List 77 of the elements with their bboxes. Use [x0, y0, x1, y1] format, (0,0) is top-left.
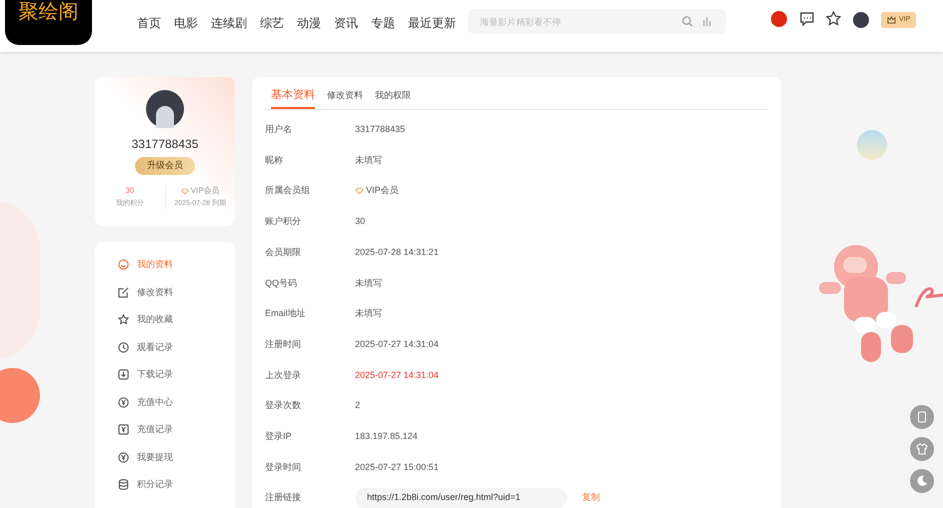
- download-icon: [118, 369, 129, 380]
- theme-button[interactable]: [910, 437, 934, 461]
- sidebar-item[interactable]: 我的收藏: [118, 311, 173, 328]
- field-label: 上次登录: [265, 368, 302, 382]
- field-label: Email地址: [265, 307, 307, 320]
- points-value: 30: [125, 185, 134, 197]
- moon-icon: [916, 475, 928, 487]
- avatar-icon: [146, 90, 184, 128]
- nav-link[interactable]: 综艺: [260, 14, 284, 32]
- star-icon: [118, 314, 129, 326]
- nav-link[interactable]: 连续剧: [211, 14, 247, 32]
- sidebar-item[interactable]: 我要提现: [118, 448, 173, 466]
- field-value: 2: [355, 399, 360, 412]
- upgrade-button[interactable]: 升级会员: [135, 157, 195, 175]
- coin-icon: [118, 396, 129, 408]
- field-value: 未填写: [355, 307, 382, 320]
- field-label: QQ号码: [265, 276, 298, 290]
- star-icon[interactable]: [826, 11, 841, 26]
- edit-icon: [118, 286, 129, 298]
- sidebar-item[interactable]: 修改资料: [118, 284, 173, 301]
- field-label: 登录次数: [265, 399, 302, 412]
- chat-icon[interactable]: [800, 12, 814, 26]
- sidebar-item[interactable]: 充值记录: [118, 421, 173, 438]
- shirt-icon: [916, 443, 928, 455]
- field-value: 未填写: [355, 154, 382, 167]
- nav-link[interactable]: 电影: [174, 14, 198, 32]
- field-value: 未填写: [355, 276, 382, 290]
- nav-link[interactable]: 首页: [137, 14, 161, 32]
- coin-icon: [118, 452, 129, 463]
- field-value: 2025-07-27 15:00:51: [355, 460, 439, 474]
- dark-mode-button[interactable]: [910, 469, 934, 493]
- nav-link[interactable]: 动漫: [297, 14, 321, 32]
- field-label: 会员期限: [265, 246, 302, 259]
- field-label: 注册时间: [265, 338, 302, 351]
- field-value: 183.197.85.124: [355, 430, 418, 443]
- bar-chart-icon[interactable]: [702, 16, 712, 26]
- field-label: 注册链接: [265, 491, 302, 504]
- bill-icon: [118, 424, 129, 436]
- field-value: 3317788435: [355, 123, 406, 136]
- crown-icon: [887, 16, 896, 24]
- flag-icon[interactable]: [771, 11, 787, 27]
- field-label: 登录IP: [265, 430, 293, 443]
- smile-icon: [118, 259, 129, 270]
- planet-drawing: [857, 130, 887, 160]
- tab[interactable]: 修改资料: [327, 87, 363, 108]
- sidebar-item[interactable]: 观看记录: [118, 338, 173, 356]
- site-logo[interactable]: 聚绘阁: [5, 0, 92, 45]
- sidebar-item[interactable]: 下载记录: [118, 366, 173, 384]
- username: 3317788435: [132, 136, 198, 153]
- diamond-icon: [355, 187, 364, 196]
- field-value: 30: [355, 215, 366, 228]
- field-value: 2025-07-27 14:31:04: [355, 338, 439, 351]
- nav-link[interactable]: 专题: [371, 14, 395, 32]
- diamond-icon: [180, 188, 189, 194]
- planet-drawing: [0, 368, 40, 423]
- field-label: 用户名: [265, 123, 293, 136]
- avatar-icon[interactable]: [853, 12, 869, 28]
- nav-link[interactable]: 资讯: [334, 14, 358, 32]
- database-icon: [118, 479, 129, 490]
- sidebar-item[interactable]: 充值中心: [118, 394, 173, 411]
- field-label: 账户积分: [265, 215, 302, 228]
- referral-link-field: https://1.2b8i.com/user/reg.html?uid=1: [355, 488, 567, 508]
- phone-icon: [917, 411, 927, 423]
- field-label: 登录时间: [265, 460, 302, 474]
- clock-icon: [118, 342, 129, 353]
- field-value: 2025-07-28 14:31:21: [355, 246, 439, 259]
- member-group: VIP会员: [190, 185, 220, 197]
- search-field[interactable]: 海量影片精彩看不停: [468, 9, 726, 34]
- field-label: 所属会员组: [265, 184, 311, 198]
- nav-link[interactable]: 最近更新: [408, 14, 456, 32]
- sidebar-item[interactable]: 积分记录: [118, 476, 173, 494]
- field-value: 2025-07-27 14:31:04: [355, 368, 439, 382]
- field-label: 昵称: [265, 154, 284, 167]
- search-icon[interactable]: [682, 16, 693, 27]
- tab[interactable]: 我的权限: [375, 87, 411, 108]
- phone-button[interactable]: [910, 405, 934, 429]
- field-value: VIP会员: [366, 184, 399, 198]
